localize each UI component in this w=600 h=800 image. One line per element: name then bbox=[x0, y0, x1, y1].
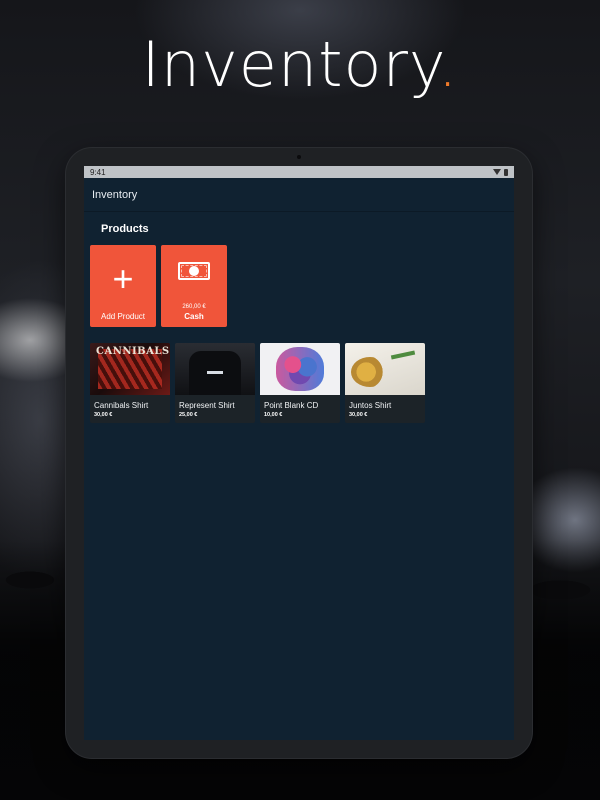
wifi-icon bbox=[493, 169, 501, 175]
status-icons bbox=[493, 168, 508, 176]
action-tiles: + Add Product 260,00 € Cash bbox=[90, 245, 514, 327]
shirt-artwork bbox=[351, 357, 389, 387]
app-bar-title: Inventory bbox=[92, 188, 138, 201]
product-image: CANNIBALS bbox=[90, 343, 170, 395]
cash-amount: 260,00 € bbox=[182, 304, 206, 310]
product-name: Cannibals Shirt bbox=[94, 401, 149, 410]
product-price: 30,00 € bbox=[349, 412, 368, 418]
headline-dot: . bbox=[437, 28, 459, 101]
shirt-print bbox=[207, 371, 223, 374]
product-price: 30,00 € bbox=[94, 412, 113, 418]
status-time: 9:41 bbox=[90, 167, 106, 177]
product-card-represent-shirt[interactable]: Represent Shirt 25,00 € bbox=[175, 343, 255, 423]
plus-icon: + bbox=[112, 258, 134, 299]
product-grid: CANNIBALS Cannibals Shirt 30,00 € Repres… bbox=[90, 343, 514, 423]
product-card-juntos-shirt[interactable]: Juntos Shirt 30,00 € bbox=[345, 343, 425, 423]
battery-icon bbox=[504, 168, 508, 176]
product-image bbox=[345, 343, 425, 395]
cash-label: Cash bbox=[184, 312, 204, 321]
cash-icon bbox=[178, 262, 210, 280]
product-name: Juntos Shirt bbox=[349, 401, 392, 410]
product-image bbox=[175, 343, 255, 395]
product-name: Represent Shirt bbox=[179, 401, 235, 410]
add-product-button[interactable]: + Add Product bbox=[90, 245, 156, 327]
add-product-label: Add Product bbox=[100, 312, 146, 321]
status-bar: 9:41 bbox=[84, 166, 514, 178]
promo-headline: Inventory. bbox=[0, 28, 600, 101]
tablet-frame: 9:41 Inventory Products + Add Product 26… bbox=[66, 148, 532, 758]
app-screen: 9:41 Inventory Products + Add Product 26… bbox=[84, 166, 514, 740]
headline-text: Inventory bbox=[141, 28, 438, 101]
cd-artwork bbox=[276, 347, 324, 391]
product-card-cannibals-shirt[interactable]: CANNIBALS Cannibals Shirt 30,00 € bbox=[90, 343, 170, 423]
product-image bbox=[260, 343, 340, 395]
app-bar: Inventory bbox=[84, 178, 514, 212]
shirt-print bbox=[390, 350, 416, 360]
cash-button[interactable]: 260,00 € Cash bbox=[161, 245, 227, 327]
product-price: 10,00 € bbox=[264, 412, 283, 418]
shirt-print-text: CANNIBALS bbox=[96, 346, 170, 357]
product-name: Point Blank CD bbox=[264, 401, 319, 410]
camera-icon bbox=[297, 155, 301, 159]
product-price: 25,00 € bbox=[179, 412, 198, 418]
section-title: Products bbox=[101, 223, 149, 235]
product-card-point-blank-cd[interactable]: Point Blank CD 10,00 € bbox=[260, 343, 340, 423]
